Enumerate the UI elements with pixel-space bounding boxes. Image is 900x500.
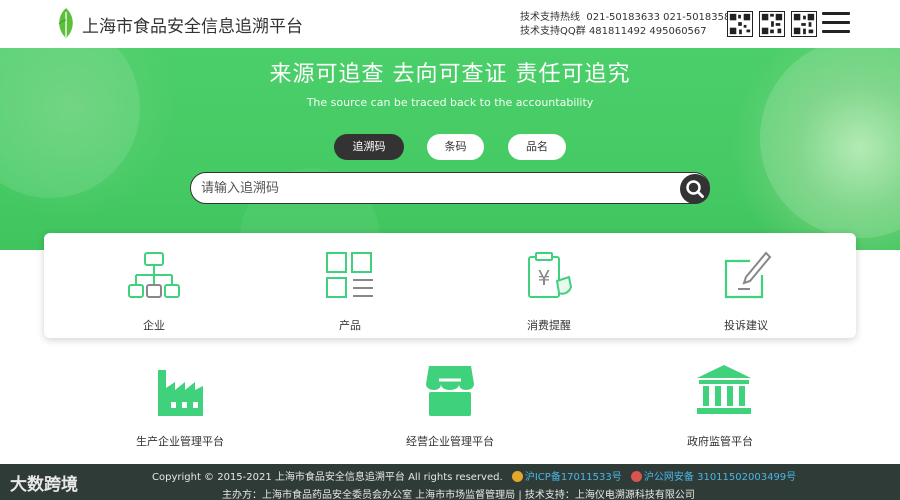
platform-label: 生产企业管理平台 xyxy=(136,435,224,448)
hotline-label: 技术支持热线 xyxy=(520,12,580,23)
copyright-text: Copyright © 2015-2021 上海市食品安全信息追溯平台 All … xyxy=(152,472,503,483)
org-chart-icon xyxy=(128,252,180,298)
platform-label: 政府监管平台 xyxy=(687,435,753,448)
platform-production[interactable]: 生产企业管理平台 xyxy=(90,360,270,452)
category-complaint[interactable]: 投诉建议 xyxy=(666,233,826,338)
clipboard-yen-icon: ¥ xyxy=(528,252,573,298)
footer-sponsor: 主办方：上海市食品药品安全委员会办公室 上海市市场监督管理局 | 技术支持：上海… xyxy=(222,490,695,500)
platform-label: 经营企业管理平台 xyxy=(406,435,494,448)
category-consumer-alert[interactable]: ¥ 消费提醒 xyxy=(469,233,629,338)
tab-barcode[interactable]: 条码 xyxy=(427,134,484,160)
category-label: 产品 xyxy=(339,319,361,332)
site-title[interactable]: 上海市食品安全信息追溯平台 xyxy=(82,12,303,37)
factory-icon xyxy=(158,370,203,416)
edit-pen-icon xyxy=(724,251,772,299)
svg-text:¥: ¥ xyxy=(538,266,551,290)
qr-code-2[interactable] xyxy=(759,11,785,37)
category-label: 消费提醒 xyxy=(527,319,571,332)
qq-label: 技术支持QQ群 xyxy=(520,26,586,37)
tab-product-name[interactable]: 品名 xyxy=(508,134,566,160)
icp-link[interactable]: 沪ICP备17011533号 xyxy=(525,472,622,483)
search-button[interactable] xyxy=(680,174,710,204)
store-icon xyxy=(426,366,474,416)
watermark: 大数跨境 xyxy=(10,475,78,495)
category-label: 企业 xyxy=(143,319,165,332)
platform-operation[interactable]: 经营企业管理平台 xyxy=(360,360,540,452)
footer: Copyright © 2015-2021 上海市食品安全信息追溯平台 All … xyxy=(0,464,900,500)
search-icon xyxy=(686,180,704,198)
category-label: 投诉建议 xyxy=(724,319,768,332)
category-enterprise[interactable]: 企业 xyxy=(74,233,234,338)
header: 上海市食品安全信息追溯平台 技术支持热线 021-50183633 021-50… xyxy=(0,0,900,48)
search-box xyxy=(190,172,710,204)
qr-code-3[interactable] xyxy=(791,11,817,37)
hotline-numbers: 021-50183633 021-50183580 xyxy=(586,12,737,23)
leaf-logo-icon[interactable] xyxy=(55,6,77,40)
icp-badge-icon xyxy=(511,471,523,482)
footer-copyright-line: Copyright © 2015-2021 上海市食品安全信息追溯平台 All … xyxy=(152,468,796,483)
tab-trace-code[interactable]: 追溯码 xyxy=(334,134,404,160)
support-contact: 技术支持热线 021-50183633 021-50183580 技术支持QQ群… xyxy=(520,11,737,39)
qq-numbers: 481811492 495060567 xyxy=(588,26,707,37)
police-badge-icon xyxy=(630,471,642,482)
police-record-link[interactable]: 沪公网安备 31011502003499号 xyxy=(644,472,796,483)
hamburger-menu-icon[interactable] xyxy=(822,12,850,36)
platform-government[interactable]: 政府监管平台 xyxy=(630,360,810,452)
grid-list-icon xyxy=(326,252,373,298)
category-card: 企业 产品 ¥ 消费提醒 投诉建议 xyxy=(44,233,856,338)
hero-slogan-english: The source can be traced back to the acc… xyxy=(306,96,594,109)
category-product[interactable]: 产品 xyxy=(270,233,430,338)
search-input[interactable] xyxy=(201,178,671,198)
government-building-icon xyxy=(697,365,751,414)
hero-slogan: 来源可追查 去向可查证 责任可追究 xyxy=(269,62,631,87)
qr-code-1[interactable] xyxy=(727,11,753,37)
